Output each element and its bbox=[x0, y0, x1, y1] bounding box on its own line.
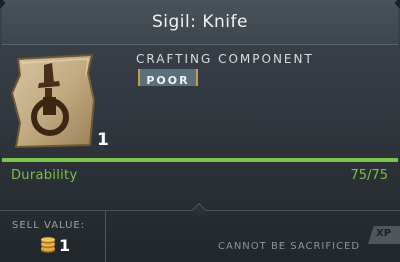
rarity-badge: POOR bbox=[138, 69, 198, 87]
coin-stack-icon bbox=[40, 237, 56, 253]
stack-count: 1 bbox=[97, 130, 109, 150]
durability-bar bbox=[2, 158, 398, 162]
xp-badge-label: XP bbox=[376, 228, 392, 239]
item-tooltip: Sigil: Knife 1 CRAFTING COMPONENT POOR D… bbox=[0, 0, 400, 262]
durability-fill bbox=[2, 158, 398, 162]
divider-notch bbox=[191, 202, 207, 218]
rarity-label: POOR bbox=[146, 74, 190, 87]
sacrifice-status: CANNOT BE SACRIFICED bbox=[218, 241, 361, 252]
sell-value-amount: 1 bbox=[59, 236, 71, 255]
sell-value-label: SELL VALUE: bbox=[12, 220, 86, 231]
tooltip-header: Sigil: Knife bbox=[2, 0, 398, 45]
durability-label: Durability bbox=[11, 168, 78, 183]
item-title: Sigil: Knife bbox=[152, 12, 248, 32]
durability-value: 75/75 bbox=[350, 168, 388, 183]
item-category: CRAFTING COMPONENT bbox=[136, 52, 314, 66]
sell-value-box bbox=[6, 211, 106, 262]
